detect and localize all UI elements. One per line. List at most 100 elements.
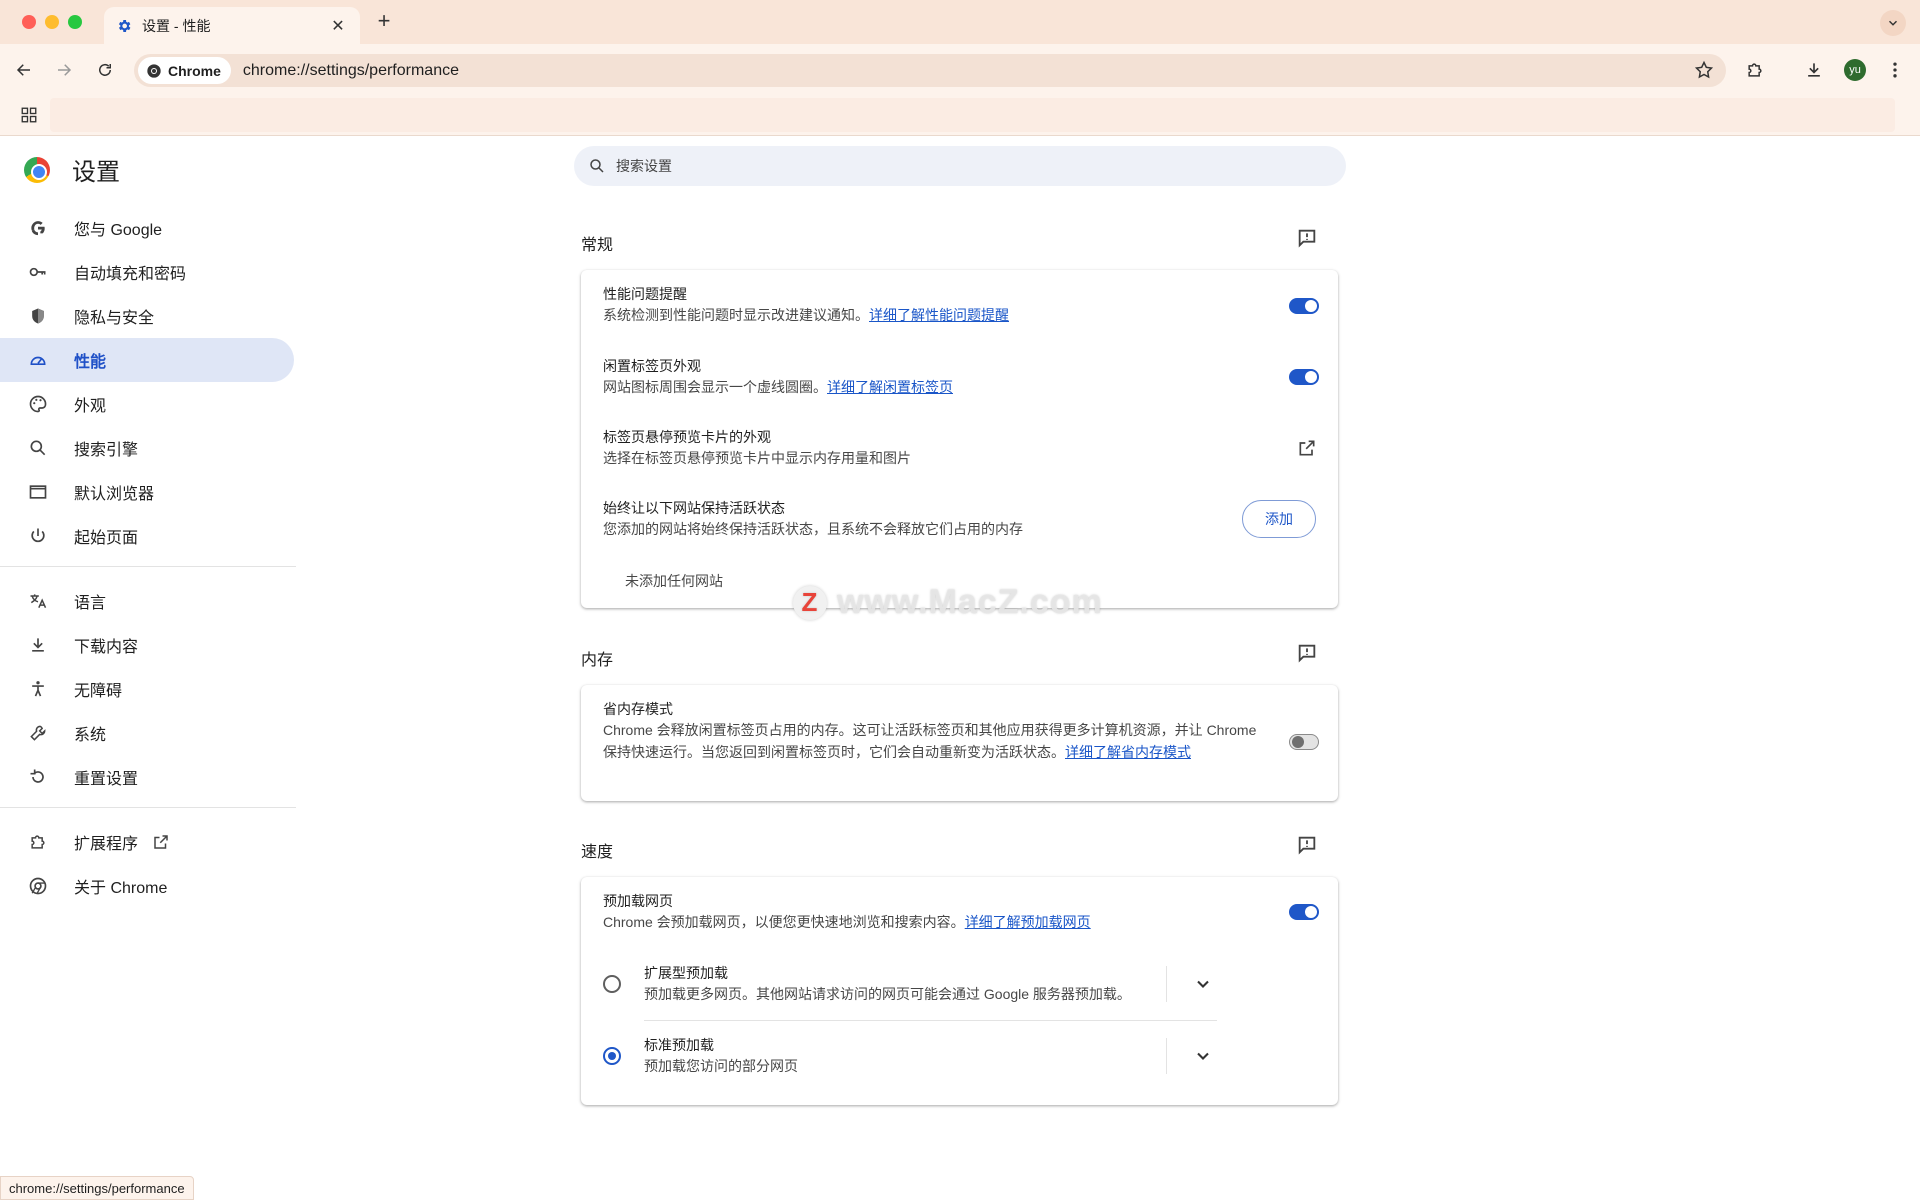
memory-saver-toggle[interactable] bbox=[1289, 734, 1319, 750]
feedback-icon[interactable] bbox=[1296, 227, 1318, 249]
inactive-tabs-toggle[interactable] bbox=[1289, 369, 1319, 385]
watermark-badge: Z bbox=[793, 585, 827, 620]
arrow-left-icon bbox=[16, 64, 30, 76]
puzzle-icon bbox=[28, 832, 48, 852]
url-text[interactable]: chrome://settings/performance bbox=[243, 62, 459, 80]
maximize-window-button[interactable] bbox=[68, 15, 82, 29]
forward-button[interactable] bbox=[52, 58, 76, 82]
sidebar-item-downloads[interactable]: 下载内容 bbox=[0, 623, 294, 667]
chrome-icon bbox=[147, 63, 161, 78]
sidebar-item-label: 系统 bbox=[74, 727, 107, 744]
chevron-down-icon bbox=[1888, 20, 1898, 26]
sidebar-item-label: 隐私与安全 bbox=[74, 310, 155, 327]
tab-search-button[interactable] bbox=[1880, 10, 1906, 36]
tab-strip: 设置 - 性能 ✕ + bbox=[0, 0, 1920, 44]
feedback-icon[interactable] bbox=[1296, 834, 1318, 856]
chevron-down-icon[interactable] bbox=[1193, 1046, 1213, 1066]
row-extended-preload: 扩展型预加载 预加载更多网页。其他网站请求访问的网页可能会通过 Google 服… bbox=[644, 963, 1164, 1005]
sidebar-item-label: 性能 bbox=[74, 354, 107, 371]
sidebar-item-extensions[interactable]: 扩展程序 bbox=[0, 820, 294, 864]
back-button[interactable] bbox=[12, 58, 36, 82]
chevron-down-icon[interactable] bbox=[1193, 974, 1213, 994]
avatar: yu bbox=[1844, 59, 1866, 81]
row-hover-card[interactable]: 标签页悬停预览卡片的外观 选择在标签页悬停预览卡片中显示内存用量和图片 bbox=[603, 427, 1318, 469]
sidebar-item-label: 扩展程序 bbox=[74, 836, 139, 853]
extended-preload-radio[interactable] bbox=[603, 975, 621, 993]
sidebar-item-accessibility[interactable]: 无障碍 bbox=[0, 667, 294, 711]
sidebar-divider bbox=[0, 566, 296, 567]
row-desc: 系统检测到性能问题时显示改进建议通知。 bbox=[603, 307, 869, 323]
minimize-window-button[interactable] bbox=[45, 15, 59, 29]
row-desc: 网站图标周围会显示一个虚线圆圈。 bbox=[603, 379, 827, 395]
sidebar-item-on-startup[interactable]: 起始页面 bbox=[0, 514, 294, 558]
sidebar-item-label: 关于 Chrome bbox=[74, 880, 168, 897]
sidebar-item-performance[interactable]: 性能 bbox=[0, 338, 294, 382]
row-desc: 选择在标签页悬停预览卡片中显示内存用量和图片 bbox=[603, 450, 911, 466]
sidebar-divider bbox=[0, 807, 296, 808]
menu-button[interactable] bbox=[1883, 58, 1907, 82]
sidebar-item-you-and-google[interactable]: 您与 Google bbox=[0, 206, 294, 250]
reload-button[interactable] bbox=[93, 58, 117, 82]
sidebar-item-system[interactable]: 系统 bbox=[0, 711, 294, 755]
watermark: Z www.MacZ.com bbox=[793, 583, 1103, 622]
sidebar-item-label: 搜索引擎 bbox=[74, 442, 139, 459]
apps-grid-icon[interactable] bbox=[20, 106, 38, 124]
speedometer-icon bbox=[28, 350, 48, 370]
preload-toggle[interactable] bbox=[1289, 904, 1319, 920]
palette-icon bbox=[28, 394, 48, 414]
sidebar-item-appearance[interactable]: 外观 bbox=[0, 382, 294, 426]
row-title: 省内存模式 bbox=[603, 701, 673, 717]
sidebar-item-label: 自动填充和密码 bbox=[74, 266, 187, 283]
site-info-chip[interactable]: Chrome bbox=[138, 57, 231, 84]
downloads-button[interactable] bbox=[1802, 58, 1826, 82]
profile-button[interactable]: yu bbox=[1843, 58, 1867, 82]
row-memory-saver: 省内存模式 Chrome 会释放闲置标签页占用的内存。这可让活跃标签页和其他应用… bbox=[603, 699, 1263, 763]
search-input[interactable] bbox=[616, 158, 1316, 174]
omnibox[interactable]: Chrome chrome://settings/performance bbox=[134, 54, 1726, 87]
sidebar-item-label: 无障碍 bbox=[74, 683, 123, 700]
row-inactive-tabs: 闲置标签页外观 网站图标周围会显示一个虚线圆圈。详细了解闲置标签页 bbox=[603, 356, 1318, 398]
learn-more-link[interactable]: 详细了解性能问题提醒 bbox=[869, 307, 1009, 323]
learn-more-link[interactable]: 详细了解省内存模式 bbox=[1065, 744, 1191, 760]
row-desc: 您添加的网站将始终保持活跃状态，且系统不会释放它们占用的内存 bbox=[603, 521, 1023, 537]
divider bbox=[644, 1020, 1217, 1021]
sidebar-item-autofill[interactable]: 自动填充和密码 bbox=[0, 250, 294, 294]
row-keep-active: 始终让以下网站保持活跃状态 您添加的网站将始终保持活跃状态，且系统不会释放它们占… bbox=[603, 498, 1318, 540]
sidebar-item-label: 起始页面 bbox=[74, 530, 139, 547]
standard-preload-radio[interactable] bbox=[603, 1047, 621, 1065]
row-desc: 预加载更多网页。其他网站请求访问的网页可能会通过 Google 服务器预加载。 bbox=[644, 986, 1131, 1002]
download-icon bbox=[28, 635, 48, 655]
learn-more-link[interactable]: 详细了解闲置标签页 bbox=[827, 379, 953, 395]
sidebar-item-default-browser[interactable]: 默认浏览器 bbox=[0, 470, 294, 514]
open-in-new-icon bbox=[154, 835, 168, 849]
close-window-button[interactable] bbox=[22, 15, 36, 29]
browser-window-icon bbox=[28, 482, 48, 502]
add-site-button[interactable]: 添加 bbox=[1242, 500, 1316, 538]
open-in-new-icon[interactable] bbox=[1297, 438, 1317, 458]
sidebar-item-privacy[interactable]: 隐私与安全 bbox=[0, 294, 294, 338]
sidebar-item-search-engine[interactable]: 搜索引擎 bbox=[0, 426, 294, 470]
feedback-icon[interactable] bbox=[1296, 642, 1318, 664]
power-icon bbox=[28, 526, 48, 546]
speed-card: 预加载网页 Chrome 会预加载网页，以便您更快速地浏览和搜索内容。详细了解预… bbox=[581, 877, 1338, 1105]
sidebar-item-about-chrome[interactable]: 关于 Chrome bbox=[0, 864, 294, 908]
bookmark-star-icon[interactable] bbox=[1694, 60, 1714, 80]
more-vert-icon bbox=[1893, 62, 1897, 78]
sidebar-item-languages[interactable]: 语言 bbox=[0, 579, 294, 623]
performance-alerts-toggle[interactable] bbox=[1289, 298, 1319, 314]
divider bbox=[1166, 1038, 1167, 1074]
close-tab-icon[interactable]: ✕ bbox=[328, 16, 348, 36]
sidebar-item-label: 默认浏览器 bbox=[74, 486, 155, 503]
learn-more-link[interactable]: 详细了解预加载网页 bbox=[965, 914, 1091, 930]
extensions-button[interactable] bbox=[1743, 58, 1767, 82]
row-title: 标签页悬停预览卡片的外观 bbox=[603, 429, 771, 445]
bookmarks-area bbox=[50, 98, 1895, 132]
tab-settings-performance[interactable]: 设置 - 性能 ✕ bbox=[104, 7, 360, 44]
row-desc: Chrome 会预加载网页，以便您更快速地浏览和搜索内容。 bbox=[603, 914, 965, 930]
new-tab-button[interactable]: + bbox=[372, 8, 396, 34]
settings-search[interactable] bbox=[574, 146, 1346, 186]
divider bbox=[1166, 966, 1167, 1002]
general-card: 性能问题提醒 系统检测到性能问题时显示改进建议通知。详细了解性能问题提醒 闲置标… bbox=[581, 270, 1338, 608]
page-title: 设置 bbox=[72, 159, 120, 186]
sidebar-item-reset[interactable]: 重置设置 bbox=[0, 755, 294, 799]
